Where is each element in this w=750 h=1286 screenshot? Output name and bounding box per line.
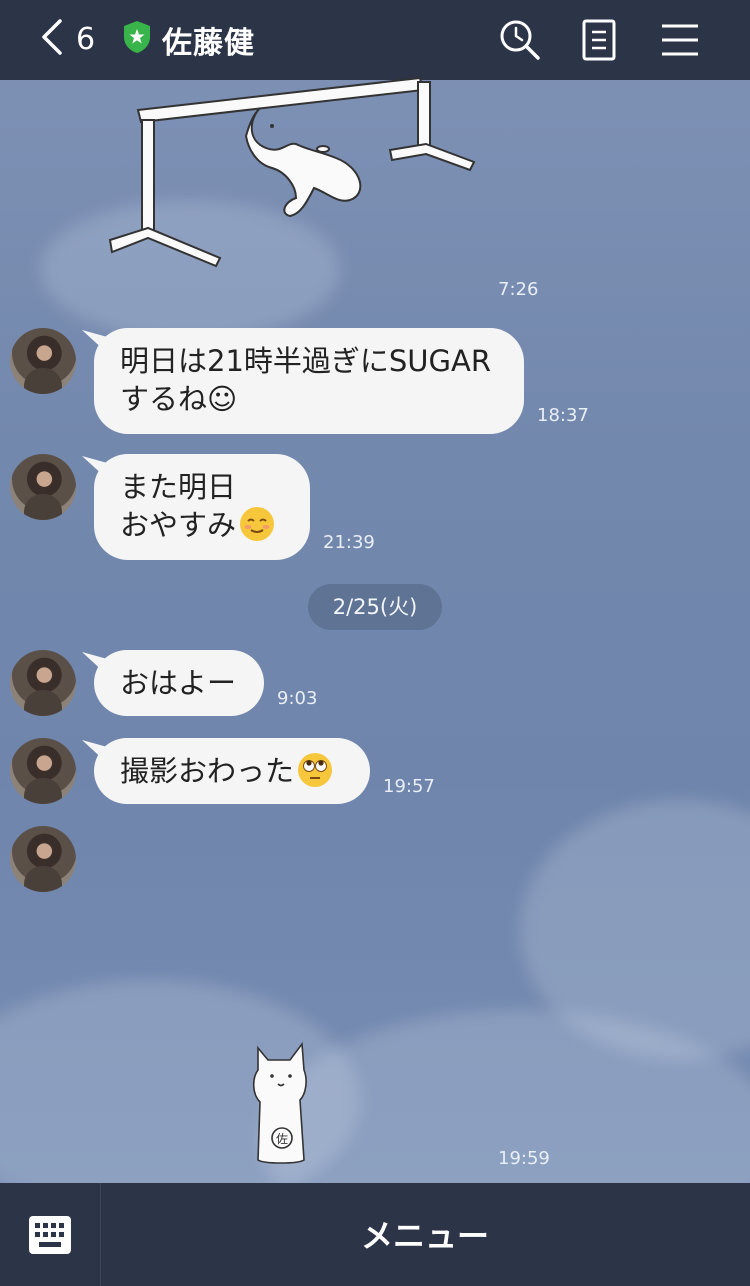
message-bubble[interactable]: おはよー bbox=[94, 650, 264, 716]
message-text: おはよー bbox=[120, 666, 237, 700]
hamburger-menu-icon[interactable] bbox=[658, 18, 702, 62]
timestamp: 21:39 bbox=[323, 532, 375, 553]
message-text: 明日は21時半過ぎにSUGAR bbox=[120, 344, 491, 378]
avatar[interactable] bbox=[10, 328, 76, 394]
avatar[interactable] bbox=[10, 826, 76, 892]
relieved-face-icon bbox=[240, 507, 275, 541]
message-bubble[interactable]: 撮影おわった bbox=[94, 738, 370, 804]
date-separator: 2/25(火) bbox=[308, 584, 442, 630]
message-bubble[interactable]: また明日 おやすみ bbox=[94, 454, 310, 560]
message-text: 撮影おわった bbox=[120, 754, 295, 788]
timestamp: 18:37 bbox=[537, 405, 589, 426]
timestamp: 9:03 bbox=[277, 688, 318, 709]
avatar[interactable] bbox=[10, 650, 76, 716]
timestamp: 19:59 bbox=[498, 1148, 550, 1169]
message-bubble[interactable]: 明日は21時半過ぎにSUGAR するね☺ bbox=[94, 328, 524, 434]
sticker-label: 佐 bbox=[276, 1132, 288, 1146]
timestamp: 19:57 bbox=[383, 776, 435, 797]
notes-icon[interactable] bbox=[577, 18, 621, 62]
verified-shield-icon bbox=[122, 20, 152, 54]
avatar[interactable] bbox=[10, 454, 76, 520]
chat-title: 佐藤健 bbox=[162, 26, 255, 61]
bottom-bar: メニュー bbox=[0, 1183, 750, 1286]
avatar[interactable] bbox=[10, 738, 76, 804]
back-button[interactable]: 6 bbox=[38, 16, 108, 62]
search-icon[interactable] bbox=[498, 18, 542, 62]
keyboard-toggle-button[interactable] bbox=[0, 1183, 101, 1286]
chevron-left-icon bbox=[38, 17, 64, 61]
message-text: するね☺ bbox=[120, 382, 238, 416]
cat-bar-sticker[interactable] bbox=[100, 70, 490, 290]
rolling-eyes-face-icon bbox=[298, 753, 333, 787]
menu-button[interactable]: メニュー bbox=[100, 1183, 750, 1286]
message-text: また明日 bbox=[120, 470, 237, 504]
message-text: おやすみ bbox=[120, 508, 237, 542]
chat-header: 6 佐藤健 bbox=[0, 0, 750, 80]
unread-count: 6 bbox=[76, 21, 96, 57]
chat-screen: 6 佐藤健 7:26 明日は21時半過ぎにSUGAR するね☺ 18:37 また… bbox=[0, 0, 750, 1286]
timestamp: 7:26 bbox=[498, 279, 539, 300]
cat-standing-sticker[interactable]: 佐 bbox=[246, 1040, 326, 1168]
